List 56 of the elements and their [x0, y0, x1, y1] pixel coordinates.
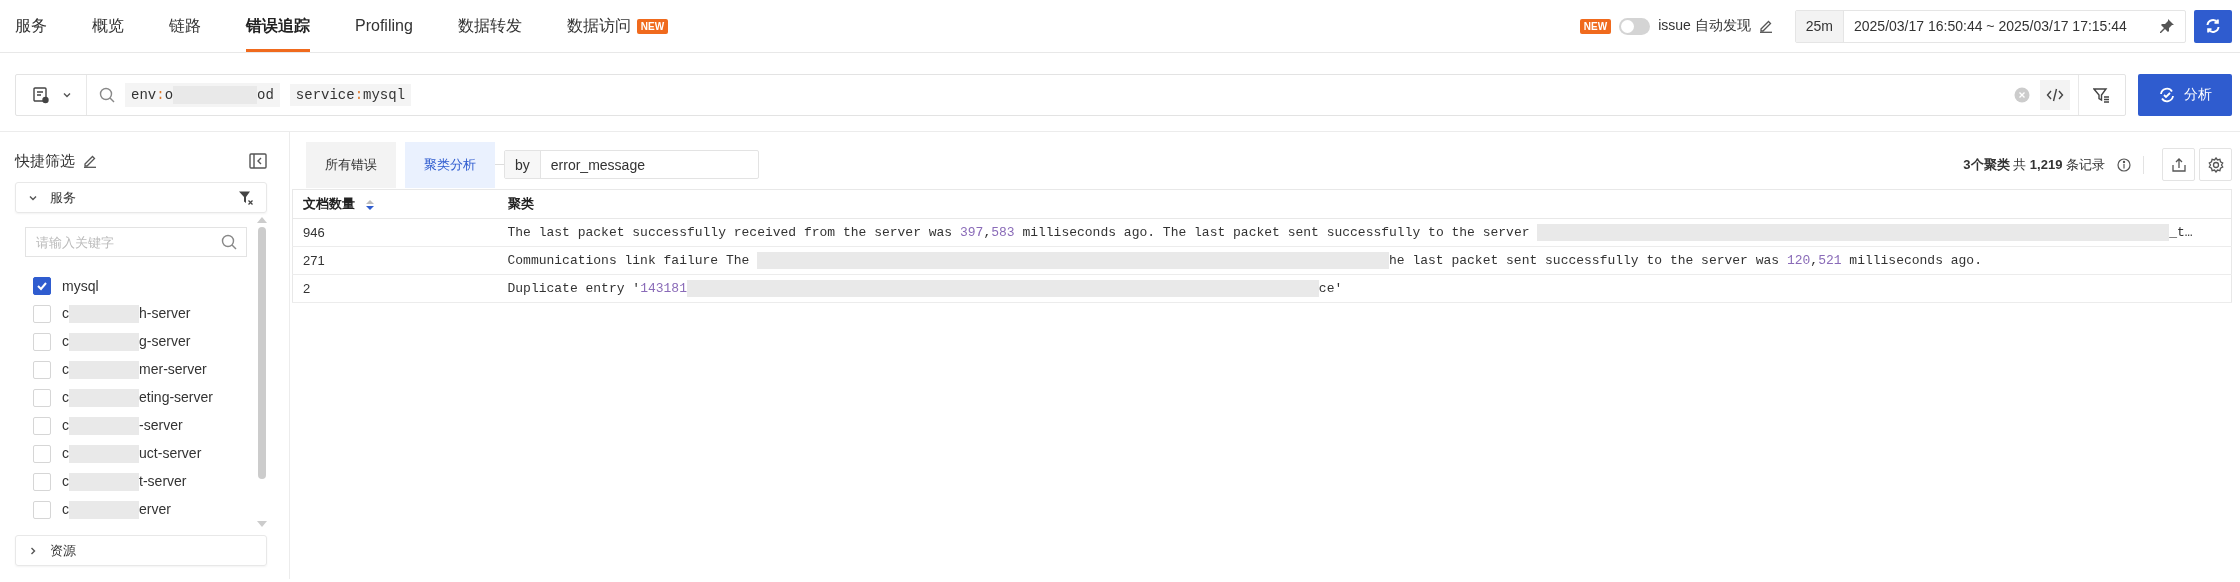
collapse-panel-icon[interactable] [249, 153, 267, 169]
nav-tab[interactable]: 数据访问 NEW [566, 0, 669, 52]
query-chip[interactable]: service:mysql [289, 84, 412, 106]
new-badge: NEW [1579, 18, 1612, 34]
query-chip[interactable]: env:o od [125, 82, 280, 108]
option-label[interactable]: c uct-server [62, 444, 202, 464]
toggle-switch[interactable] [1619, 17, 1651, 35]
table-cell: The last packet successfully received from the server was 397,583 milliseconds ago. The last packet sent successfully to the server _t… [507, 225, 2193, 240]
search-icon [221, 234, 237, 250]
option-label[interactable]: mysql [62, 278, 99, 294]
new-badge: NEW [636, 18, 669, 34]
clear-filter-icon[interactable] [238, 189, 254, 206]
nav-tab[interactable]: 概览 [92, 0, 124, 52]
code-icon[interactable] [2040, 80, 2070, 110]
filter-group-header[interactable]: 服务 [15, 182, 267, 213]
time-range-text: 2025/03/17 16:50:44 ~ 2025/03/17 17:15:44 [1853, 17, 2128, 36]
nav-tab[interactable]: 错误追踪 [246, 0, 310, 52]
checkbox[interactable] [33, 277, 51, 295]
time-range-picker[interactable]: 25m 2025/03/17 16:50:44 ~ 2025/03/17 17:15:44 [1794, 9, 2186, 43]
column-header[interactable]: 聚类 [507, 196, 534, 211]
table-cell: 2 [303, 281, 311, 296]
analyze-icon [2158, 86, 2176, 104]
table-cell: 271 [303, 253, 325, 268]
refresh-icon [2204, 17, 2222, 35]
edit-icon[interactable] [83, 154, 97, 168]
toggle-label: issue 自动发现 [1658, 17, 1751, 35]
search-icon [99, 87, 115, 103]
analyze-button[interactable]: 分析 [2138, 74, 2232, 116]
check-icon [36, 280, 48, 292]
panel-title: 快捷筛选 [15, 151, 75, 171]
export-icon[interactable] [2162, 148, 2195, 181]
table-cell: 946 [303, 225, 325, 240]
edit-icon[interactable] [1758, 19, 1773, 33]
document-icon[interactable] [32, 86, 50, 104]
sort-icon[interactable] [365, 198, 375, 211]
view-tab[interactable]: 聚类分析 [405, 141, 495, 188]
view-tab[interactable]: 所有错误 [306, 141, 396, 188]
nav-tab[interactable]: 链路 [169, 0, 201, 52]
nav-tab[interactable]: 服务 [15, 0, 47, 52]
filter-group-header[interactable]: 资源 [15, 535, 267, 566]
chevron-icon[interactable] [28, 545, 38, 556]
nav-tab[interactable]: 数据转发 [457, 0, 522, 52]
settings-icon[interactable] [2199, 148, 2232, 181]
nav-tab[interactable]: Profiling [355, 0, 413, 52]
record-summary: 3个聚类 共 1,219 条记录 [1963, 155, 2105, 174]
caret-icon[interactable] [62, 90, 72, 100]
scrollbar[interactable] [257, 217, 267, 527]
refresh-button[interactable] [2194, 9, 2232, 43]
group-by-field[interactable]: by error_message [504, 150, 759, 179]
option-label[interactable]: c eting-server [62, 388, 213, 408]
info-icon[interactable] [2117, 157, 2131, 172]
time-preset[interactable]: 25m [1795, 10, 1844, 42]
table-cell: Communications link failure The he last packet sent successfully to the server was 120,521 milliseconds ago. [507, 253, 1982, 268]
search-field[interactable]: 请输入关键字 [25, 227, 247, 257]
option-label[interactable]: c mer-server [62, 360, 207, 380]
column-header[interactable]: 文档数量 [303, 196, 355, 211]
